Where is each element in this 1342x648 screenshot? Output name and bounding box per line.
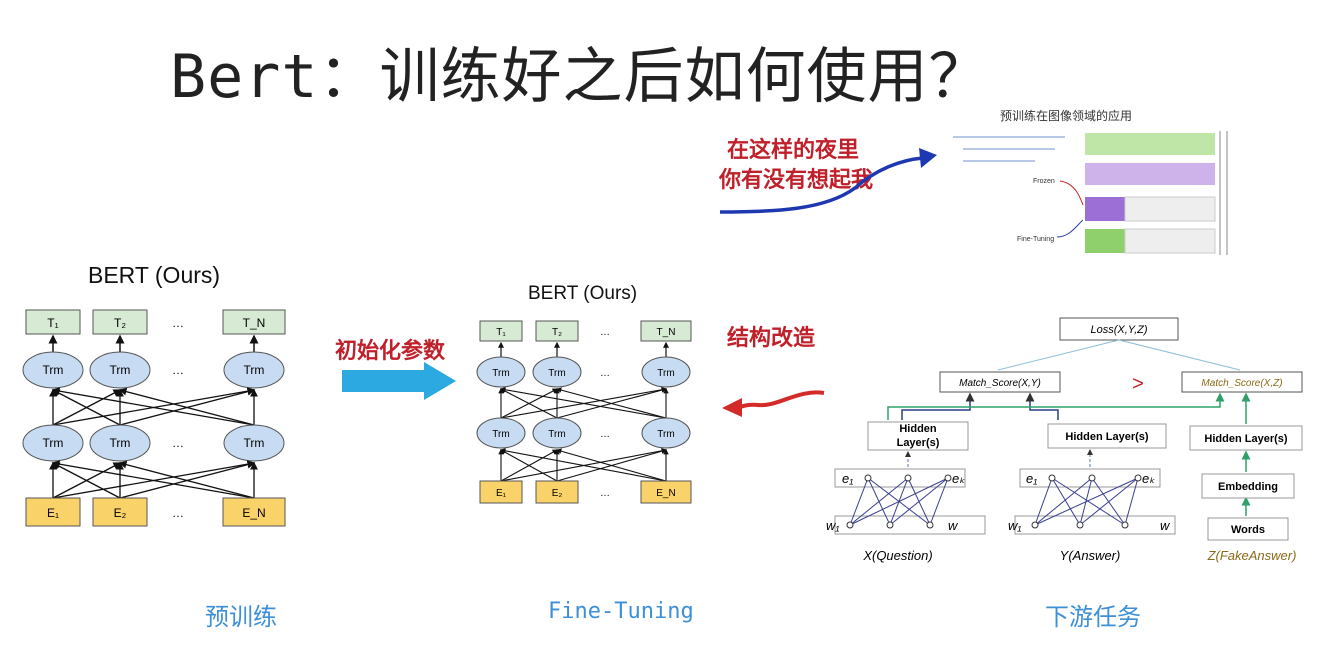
caption-pretrain: 预训练 xyxy=(205,603,277,631)
input-ellipsis: … xyxy=(600,488,610,499)
output-token-boxes: T₁ T₂ … T_N xyxy=(479,320,692,342)
trm-ellipsis: … xyxy=(172,436,184,450)
words-label: Words xyxy=(1231,524,1265,536)
input-label-e2: E₂ xyxy=(114,506,127,520)
blue-curve-arrow xyxy=(719,148,937,214)
input-label-e1: E₁ xyxy=(47,506,59,520)
trm-label: Trm xyxy=(244,363,265,377)
loss-label: Loss(X,Y,Z) xyxy=(1090,324,1147,336)
input-label-en: E_N xyxy=(242,506,265,520)
trm-layer-bottom: Trm Trm … Trm xyxy=(476,417,691,449)
trm-label: Trm xyxy=(548,429,565,440)
caption-finetune: Fine-Tuning xyxy=(548,599,694,624)
output-label-t1: T₁ xyxy=(47,316,58,330)
trm-label: Trm xyxy=(43,363,64,377)
trm-label: Trm xyxy=(43,436,64,450)
downstream-task-diagram: Loss(X,Y,Z) Match_Score(X,Y) > Match_Sco… xyxy=(826,317,1303,563)
trm-label: Trm xyxy=(657,368,674,379)
trm-label: Trm xyxy=(110,436,131,450)
finetune-bert-diagram: T₁ T₂ … T_N Trm Trm … Trm Trm Trm … Trm xyxy=(476,320,692,504)
output-label-tn: T_N xyxy=(243,316,266,330)
input-label-e2: E₂ xyxy=(552,488,563,499)
input-label-en: E_N xyxy=(656,488,675,499)
finetuning-small-label: Fine-Tuning xyxy=(1017,236,1054,243)
trm-label: Trm xyxy=(657,429,674,440)
pretrain-bert-diagram: T₁ T₂ … T_N Trm Trm … Trm Trm Trm … Trm xyxy=(22,309,286,527)
trm-ellipsis: … xyxy=(172,363,184,377)
finetune-panel-title: BERT (Ours) xyxy=(528,283,638,304)
frozen-label: Frozen xyxy=(1033,178,1055,185)
output-token-boxes: T₁ T₂ … T_N xyxy=(25,309,286,335)
input-embedding-boxes: E₁ E₂ … E_N xyxy=(479,480,692,504)
fake-answer-label: Z(FakeAnswer) xyxy=(1207,548,1297,563)
match-score-xz-label: Match_Score(X,Z) xyxy=(1201,378,1282,389)
init-params-arrow xyxy=(342,362,456,400)
question-label: X(Question) xyxy=(862,548,932,563)
trm-layer-top: Trm Trm … Trm xyxy=(22,351,285,389)
trm-ellipsis: … xyxy=(600,368,610,379)
hidden-layer-z-label: Hidden Layer(s) xyxy=(1204,433,1287,445)
input-embedding-boxes: E₁ E₂ … E_N xyxy=(25,497,286,527)
modify-structure-arrow xyxy=(722,390,825,417)
trm-label: Trm xyxy=(492,368,509,379)
hidden-layer-x-label: Hidden xyxy=(899,423,937,435)
image-domain-thumbnail: Frozen Fine-Tuning xyxy=(945,125,1245,260)
output-label-t2: T₂ xyxy=(552,327,562,338)
trm-layer-top: Trm Trm … Trm xyxy=(476,356,691,388)
caption-downstream: 下游任务 xyxy=(1045,603,1141,631)
image-domain-title: 预训练在图像领域的应用 xyxy=(1000,109,1133,123)
output-label-tn: T_N xyxy=(657,327,676,338)
w-label: w xyxy=(948,518,959,533)
match-score-xy-label: Match_Score(X,Y) xyxy=(959,378,1041,389)
e1-label: e₁ xyxy=(1026,471,1037,486)
e1-label: e₁ xyxy=(842,471,853,486)
modify-structure-label: 结构改造 xyxy=(727,326,816,351)
answer-label: Y(Answer) xyxy=(1060,548,1121,563)
greater-than-sign: > xyxy=(1132,373,1144,395)
output-ellipsis: … xyxy=(172,316,184,330)
trm-label: Trm xyxy=(244,436,265,450)
trm-label: Trm xyxy=(492,429,509,440)
pretrain-panel-title: BERT (Ours) xyxy=(88,262,221,288)
output-label-t1: T₁ xyxy=(496,327,506,338)
w1-label: w₁ xyxy=(1008,518,1022,533)
output-ellipsis: … xyxy=(600,327,610,338)
hidden-layer-x-label-2: Layer(s) xyxy=(897,437,940,449)
input-label-e1: E₁ xyxy=(496,488,507,499)
ek-label: eₖ xyxy=(952,471,965,486)
embedding-label: Embedding xyxy=(1218,481,1278,493)
ek-label: eₖ xyxy=(1142,471,1155,486)
trm-label: Trm xyxy=(548,368,565,379)
question-network: e₁ eₖ w₁ w xyxy=(826,468,986,535)
trm-label: Trm xyxy=(110,363,131,377)
trm-layer-bottom: Trm Trm … Trm xyxy=(22,424,285,462)
trm-ellipsis: … xyxy=(600,429,610,440)
hidden-layer-y-label: Hidden Layer(s) xyxy=(1065,431,1148,443)
w1-label: w₁ xyxy=(826,518,840,533)
slide-title: Bert：训练好之后如何使用？ xyxy=(170,42,990,112)
output-label-t2: T₂ xyxy=(114,316,126,330)
w-label: w xyxy=(1160,518,1171,533)
input-ellipsis: … xyxy=(172,506,184,520)
answer-network: e₁ eₖ w₁ w xyxy=(1008,468,1176,535)
